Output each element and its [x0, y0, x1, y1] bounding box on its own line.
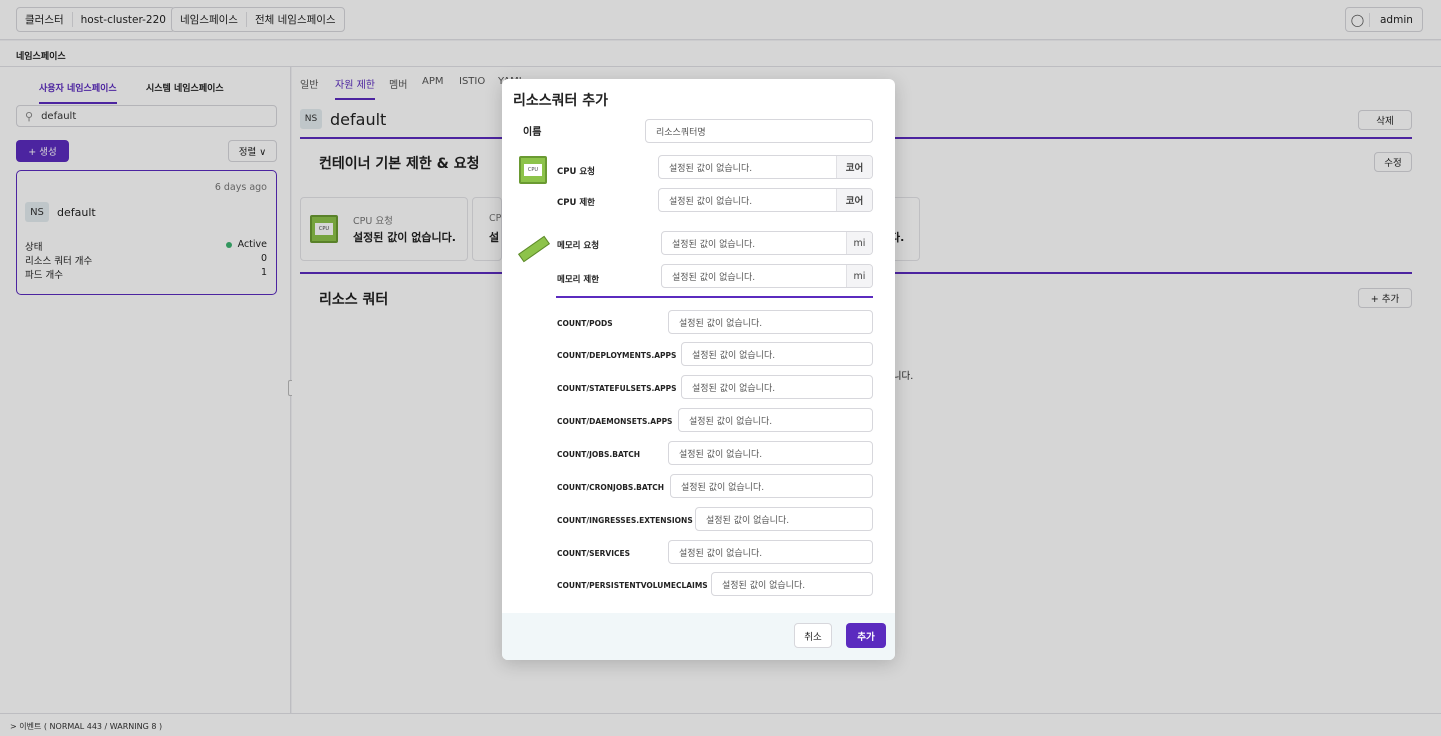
count-pvc-input[interactable]: 설정된 값이 없습니다. [711, 572, 873, 596]
memory-limit-placeholder: 설정된 값이 없습니다. [672, 272, 756, 283]
count-statefulsets-label: COUNT/STATEFULSETS.APPS [557, 384, 677, 393]
count-pods-input[interactable]: 설정된 값이 없습니다. [668, 310, 873, 334]
cancel-button[interactable]: 취소 [794, 623, 832, 648]
count-services-label: COUNT/SERVICES [557, 549, 631, 558]
name-placeholder: 리소스쿼터명 [656, 127, 706, 138]
cpu-request-unit: 코어 [836, 156, 872, 178]
cpu-request-label: CPU 요청 [557, 167, 595, 177]
memory-limit-label: 메모리 제한 [557, 275, 600, 285]
count-ingresses-input[interactable]: 설정된 값이 없습니다. [695, 507, 873, 531]
count-statefulsets-placeholder: 설정된 값이 없습니다. [692, 383, 776, 394]
cpu-request-input[interactable]: 설정된 값이 없습니다. 코어 [658, 155, 873, 179]
dialog-title: 리소스쿼터 추가 [513, 93, 609, 109]
count-deployments-input[interactable]: 설정된 값이 없습니다. [681, 342, 873, 366]
memory-limit-unit: mi [846, 265, 872, 287]
cpu-limit-input[interactable]: 설정된 값이 없습니다. 코어 [658, 188, 873, 212]
count-pods-placeholder: 설정된 값이 없습니다. [679, 318, 763, 329]
count-daemonsets-input[interactable]: 설정된 값이 없습니다. [678, 408, 873, 432]
cpu-limit-label: CPU 제한 [557, 198, 595, 208]
count-pods-label: COUNT/PODS [557, 319, 613, 328]
count-jobs-label: COUNT/JOBS.BATCH [557, 450, 641, 459]
memory-request-label: 메모리 요청 [557, 241, 600, 251]
count-deployments-label: COUNT/DEPLOYMENTS.APPS [557, 351, 677, 360]
submit-button[interactable]: 추가 [846, 623, 886, 648]
section-divider [556, 296, 873, 298]
memory-request-placeholder: 설정된 값이 없습니다. [672, 239, 756, 250]
count-pvc-label: COUNT/PERSISTENTVOLUMECLAIMS [557, 581, 708, 590]
add-resource-quota-dialog: 리소스쿼터 추가 이름 리소스쿼터명 CPU 요청 설정된 값이 없습니다. 코… [502, 79, 895, 660]
count-services-input[interactable]: 설정된 값이 없습니다. [668, 540, 873, 564]
count-deployments-placeholder: 설정된 값이 없습니다. [692, 350, 776, 361]
count-daemonsets-placeholder: 설정된 값이 없습니다. [689, 416, 773, 427]
memory-limit-input[interactable]: 설정된 값이 없습니다. mi [661, 264, 873, 288]
count-ingresses-label: COUNT/INGRESSES.EXTENSIONS [557, 516, 693, 525]
cpu-limit-placeholder: 설정된 값이 없습니다. [669, 196, 753, 207]
cpu-chip-icon [519, 156, 547, 184]
name-label: 이름 [523, 127, 542, 138]
name-input[interactable]: 리소스쿼터명 [645, 119, 873, 143]
dialog-footer: 취소 추가 [502, 613, 895, 660]
count-pvc-placeholder: 설정된 값이 없습니다. [722, 580, 806, 591]
count-cronjobs-placeholder: 설정된 값이 없습니다. [681, 482, 765, 493]
cpu-request-placeholder: 설정된 값이 없습니다. [669, 163, 753, 174]
memory-request-input[interactable]: 설정된 값이 없습니다. mi [661, 231, 873, 255]
count-statefulsets-input[interactable]: 설정된 값이 없습니다. [681, 375, 873, 399]
memory-stick-icon [518, 235, 550, 263]
count-daemonsets-label: COUNT/DAEMONSETS.APPS [557, 417, 673, 426]
cpu-limit-unit: 코어 [836, 189, 872, 211]
count-ingresses-placeholder: 설정된 값이 없습니다. [706, 515, 790, 526]
count-jobs-placeholder: 설정된 값이 없습니다. [679, 449, 763, 460]
count-cronjobs-input[interactable]: 설정된 값이 없습니다. [670, 474, 873, 498]
count-jobs-input[interactable]: 설정된 값이 없습니다. [668, 441, 873, 465]
count-services-placeholder: 설정된 값이 없습니다. [679, 548, 763, 559]
count-cronjobs-label: COUNT/CRONJOBS.BATCH [557, 483, 665, 492]
memory-request-unit: mi [846, 232, 872, 254]
